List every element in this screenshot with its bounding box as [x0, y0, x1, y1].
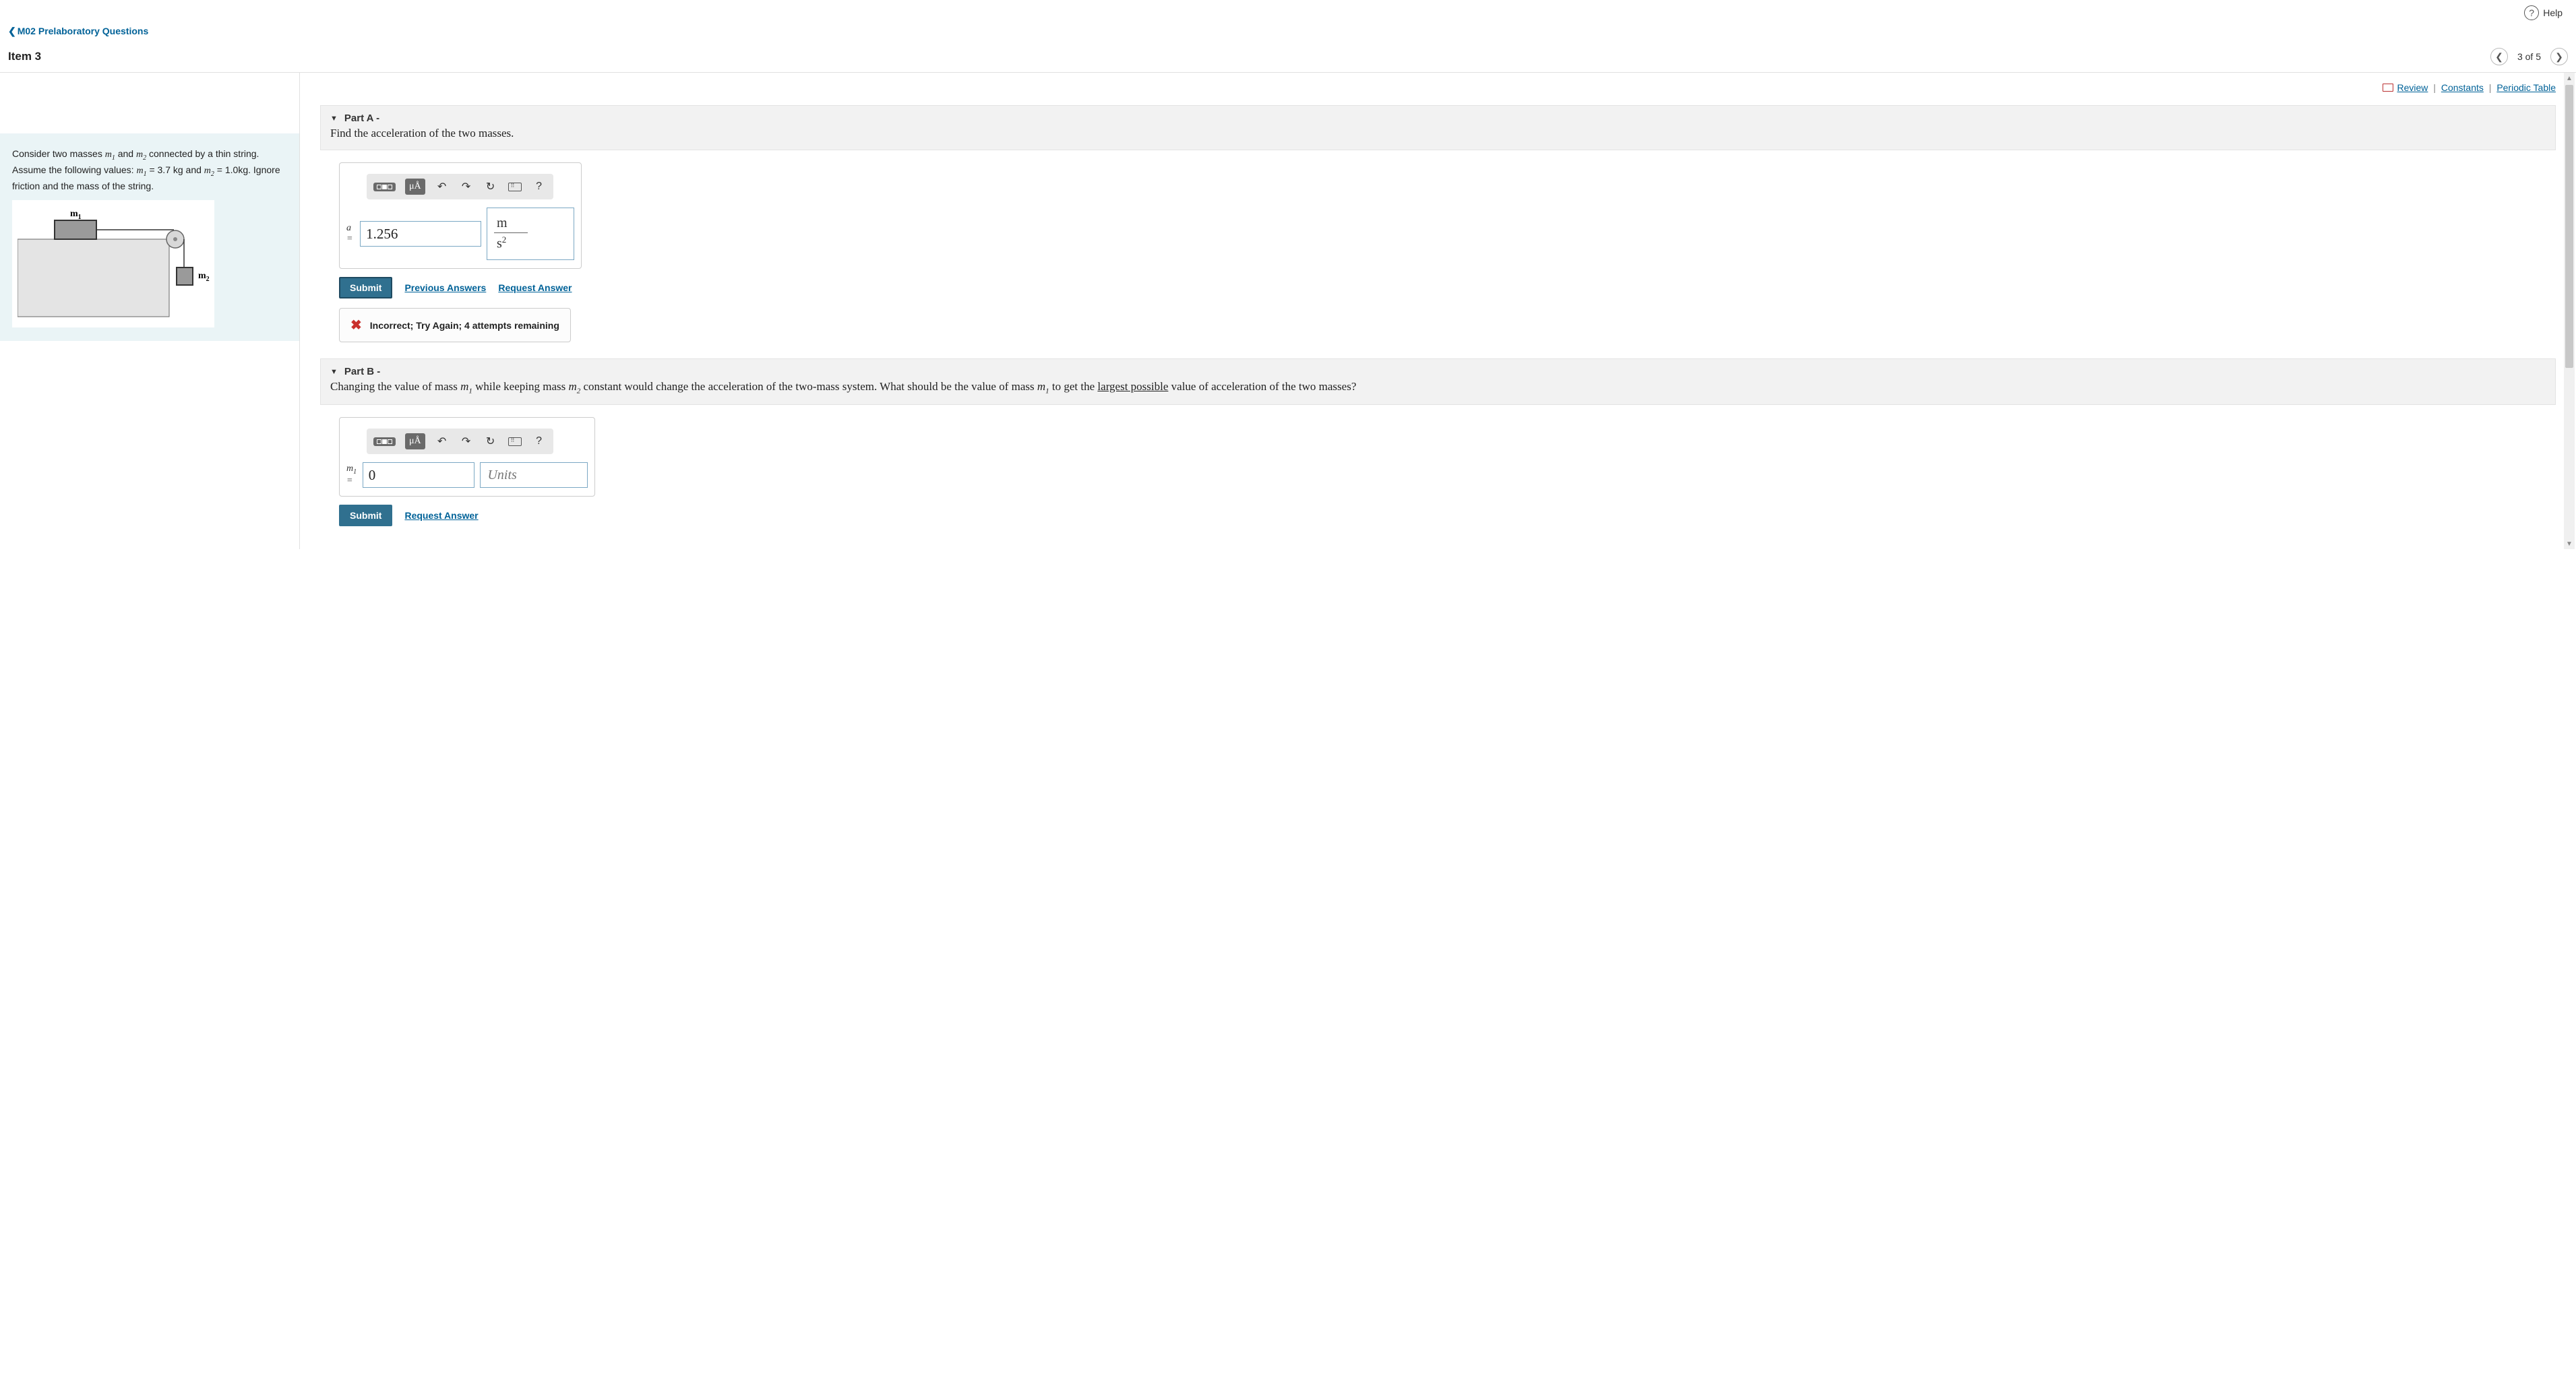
book-icon [2383, 84, 2393, 92]
keyboard-icon-b[interactable] [508, 433, 522, 450]
template-tool-button-b[interactable] [373, 437, 396, 446]
symbols-tool-button-b[interactable]: μÅ [405, 433, 425, 449]
template-tool-button[interactable] [373, 183, 396, 191]
breadcrumb[interactable]: ❮M02 Prelaboratory Questions [8, 26, 148, 36]
resource-links: Review | Constants | Periodic Table [320, 81, 2556, 105]
toolbar-help-icon-b[interactable]: ? [532, 433, 547, 450]
part-b-answer-box: μÅ ↶ ↷ ↻ ? m1 = [339, 417, 595, 497]
part-a-previous-answers-link[interactable]: Previous Answers [404, 282, 486, 293]
scrollbar[interactable]: ▲ ▼ [2564, 73, 2575, 549]
redo-icon-b[interactable]: ↷ [459, 433, 474, 450]
review-link[interactable]: Review [2397, 82, 2428, 93]
part-a-header: ▼ Part A - Find the acceleration of the … [320, 105, 2556, 150]
help-icon: ? [2524, 5, 2539, 20]
part-a-var-label: a = [346, 223, 355, 245]
help-link[interactable]: ? Help [2524, 5, 2563, 20]
part-b-submit-button[interactable]: Submit [339, 505, 392, 526]
symbols-tool-button[interactable]: μÅ [405, 179, 425, 195]
part-a-unit-input[interactable]: m s2 [487, 208, 574, 260]
toolbar-help-icon[interactable]: ? [532, 178, 547, 195]
constants-link[interactable]: Constants [2441, 82, 2484, 93]
pager-text: 3 of 5 [2517, 51, 2541, 62]
part-a-prompt: Find the acceleration of the two masses. [330, 127, 2546, 140]
part-a-value-input[interactable] [360, 221, 481, 247]
equation-toolbar-b: μÅ ↶ ↷ ↻ ? [367, 429, 553, 454]
prev-item-button[interactable]: ❮ [2490, 48, 2508, 65]
part-b-var-label: m1 = [346, 464, 357, 486]
item-pager: ❮ 3 of 5 ❯ [2490, 48, 2568, 65]
chevron-left-icon: ❮ [8, 26, 16, 36]
part-b-value-input[interactable] [363, 462, 475, 488]
part-a-request-answer-link[interactable]: Request Answer [498, 282, 572, 293]
part-b-request-answer-link[interactable]: Request Answer [404, 510, 478, 521]
incorrect-icon: ✖ [350, 317, 362, 334]
undo-icon-b[interactable]: ↶ [435, 433, 450, 450]
part-b-unit-input[interactable] [480, 462, 588, 488]
scroll-down-icon[interactable]: ▼ [2564, 538, 2575, 549]
part-b-prompt: Changing the value of mass m1 while keep… [330, 380, 2546, 395]
equation-toolbar-a: μÅ ↶ ↷ ↻ ? [367, 174, 553, 199]
part-a-label: Part A - [344, 113, 379, 124]
help-label: Help [2543, 7, 2563, 18]
part-a-submit-button[interactable]: Submit [339, 277, 392, 298]
keyboard-icon[interactable] [508, 178, 522, 195]
next-item-button[interactable]: ❯ [2550, 48, 2568, 65]
reset-icon-b[interactable]: ↻ [483, 433, 498, 450]
part-b-header: ▼ Part B - Changing the value of mass m1… [320, 358, 2556, 405]
feedback-text: Incorrect; Try Again; 4 attempts remaini… [370, 320, 559, 331]
redo-icon[interactable]: ↷ [459, 178, 474, 195]
scroll-thumb[interactable] [2565, 85, 2573, 368]
reset-icon[interactable]: ↻ [483, 178, 498, 195]
periodic-table-link[interactable]: Periodic Table [2496, 82, 2556, 93]
part-b-label: Part B - [344, 366, 380, 377]
item-title: Item 3 [8, 50, 41, 63]
part-a-feedback: ✖ Incorrect; Try Again; 4 attempts remai… [339, 308, 571, 342]
svg-text:m1: m1 [70, 209, 82, 221]
collapse-part-a-icon[interactable]: ▼ [330, 115, 338, 123]
problem-statement: Consider two masses m1 and m2 connected … [0, 133, 299, 341]
collapse-part-b-icon[interactable]: ▼ [330, 368, 338, 376]
part-a-answer-box: μÅ ↶ ↷ ↻ ? a = m s2 [339, 162, 582, 269]
undo-icon[interactable]: ↶ [435, 178, 450, 195]
problem-figure: m1 m2 [12, 200, 214, 327]
svg-text:m2: m2 [198, 271, 210, 283]
scroll-up-icon[interactable]: ▲ [2564, 73, 2575, 84]
